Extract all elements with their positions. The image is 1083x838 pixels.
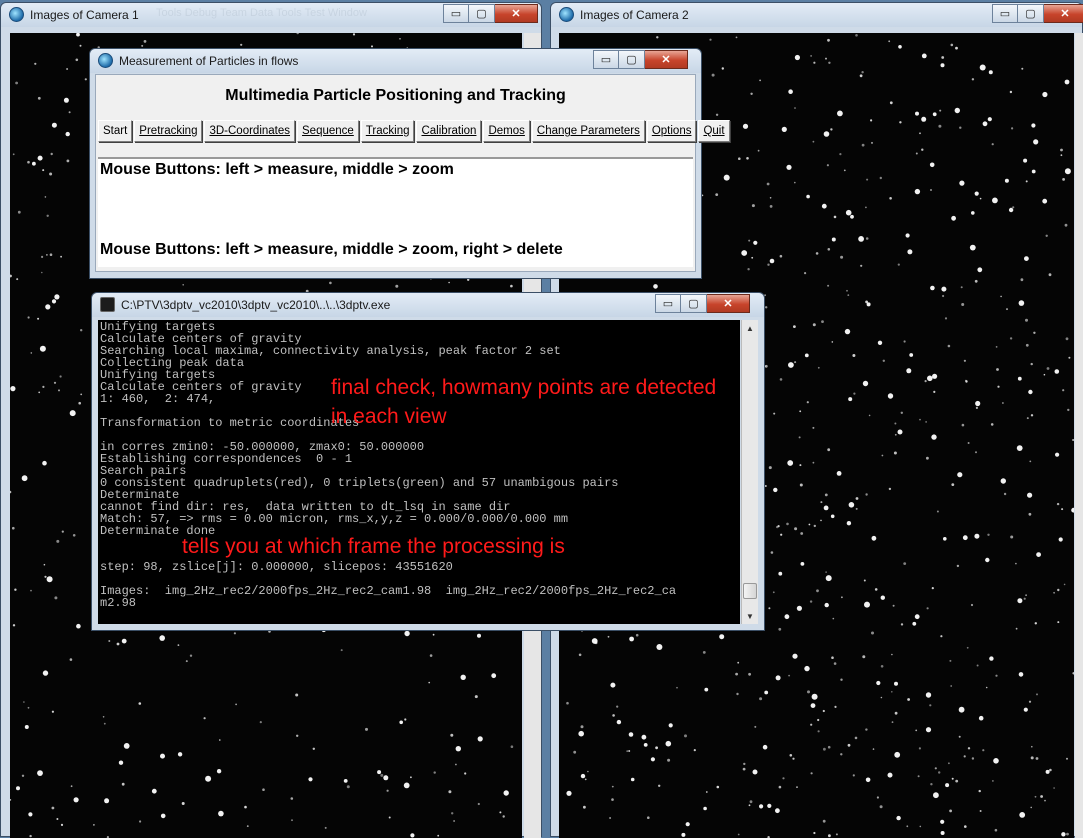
main-dialog: Measurement of Particles in flows ▭ ▢ ✕ …	[89, 48, 730, 279]
camera1-titlebar[interactable]: Images of Camera 1 Tools Debug Team Data…	[1, 3, 541, 27]
app-icon	[98, 53, 113, 68]
message-line-2: Mouse Buttons: left > measure, middle > …	[100, 241, 563, 258]
message-area: Mouse Buttons: left > measure, middle > …	[98, 157, 693, 267]
minimize-button[interactable]: ▭	[992, 4, 1018, 23]
maximize-button[interactable]: ▢	[1018, 4, 1044, 23]
scroll-thumb[interactable]	[743, 583, 757, 599]
menu-bar: Start Pretracking 3D-Coordinates Sequenc…	[98, 120, 730, 144]
annotation-points-detected-2: in each view	[331, 405, 447, 428]
minimize-button[interactable]: ▭	[593, 50, 619, 69]
console-text: Unifying targets Calculate centers of gr…	[100, 320, 677, 610]
maximize-button[interactable]: ▢	[469, 4, 495, 23]
menu-change-parameters[interactable]: Change Parameters	[531, 120, 645, 142]
menu-sequence[interactable]: Sequence	[297, 120, 359, 142]
console-output[interactable]: Unifying targets Calculate centers of gr…	[98, 320, 740, 624]
minimize-button[interactable]: ▭	[655, 294, 681, 313]
scroll-down-arrow[interactable]: ▼	[742, 608, 758, 624]
close-button[interactable]: ✕	[495, 4, 538, 23]
maximize-button[interactable]: ▢	[681, 294, 707, 313]
message-line-1: Mouse Buttons: left > measure, middle > …	[100, 161, 454, 178]
close-button[interactable]: ✕	[707, 294, 750, 313]
background-menu-text: Tools Debug Team Data Tools Test Window	[156, 7, 367, 19]
camera1-title: Images of Camera 1	[30, 8, 139, 22]
scroll-up-arrow[interactable]: ▲	[742, 320, 758, 336]
menu-demos[interactable]: Demos	[483, 120, 530, 142]
menu-calibration[interactable]: Calibration	[416, 120, 482, 142]
close-button[interactable]: ✕	[645, 50, 688, 69]
dialog-title: Measurement of Particles in flows	[119, 54, 299, 68]
console-icon	[100, 297, 115, 312]
dialog-body: Multimedia Particle Positioning and Trac…	[95, 74, 730, 272]
annotation-frame: tells you at which frame the processing …	[182, 535, 565, 558]
console-title: C:\PTV\3dptv_vc2010\3dptv_vc2010\..\..\3…	[121, 298, 391, 312]
camera2-title: Images of Camera 2	[580, 8, 689, 22]
console-scrollbar[interactable]: ▲ ▼	[741, 320, 758, 624]
menu-start[interactable]: Start	[98, 120, 133, 142]
menu-tracking[interactable]: Tracking	[360, 120, 415, 142]
dialog-heading: Multimedia Particle Positioning and Trac…	[225, 87, 566, 104]
menu-3d-coordinates[interactable]: 3D-Coordinates	[204, 120, 296, 142]
app-icon	[559, 7, 574, 22]
close-button[interactable]: ✕	[1044, 4, 1083, 23]
console-titlebar[interactable]: C:\PTV\3dptv_vc2010\3dptv_vc2010\..\..\3…	[92, 293, 764, 317]
app-icon	[9, 7, 24, 22]
menu-options[interactable]: Options	[646, 120, 697, 142]
camera2-titlebar[interactable]: Images of Camera 2 ▭ ▢ ✕	[551, 3, 1083, 27]
console-window: C:\PTV\3dptv_vc2010\3dptv_vc2010\..\..\3…	[91, 292, 765, 631]
minimize-button[interactable]: ▭	[443, 4, 469, 23]
camera2-scrollbar[interactable]	[1075, 33, 1083, 838]
maximize-button[interactable]: ▢	[619, 50, 645, 69]
dialog-titlebar[interactable]: Measurement of Particles in flows ▭ ▢ ✕	[90, 49, 701, 73]
menu-quit[interactable]: Quit	[698, 120, 730, 142]
annotation-points-detected-1: final check, howmany points are detected	[331, 376, 717, 399]
menu-pretracking[interactable]: Pretracking	[134, 120, 203, 142]
